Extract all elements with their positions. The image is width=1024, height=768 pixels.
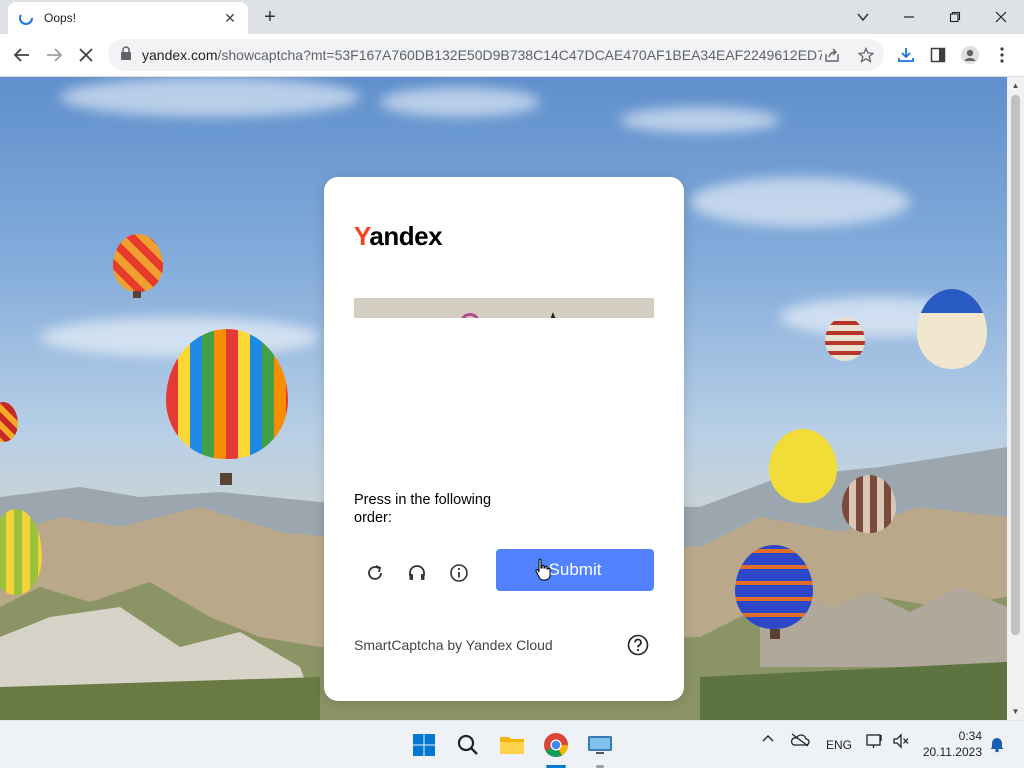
hot-air-balloon (113, 234, 163, 292)
language-indicator[interactable]: ENG (826, 738, 852, 752)
hot-air-balloon (842, 475, 896, 533)
browser-titlebar: Oops! ✕ + (0, 0, 1024, 34)
menu-kebab-icon[interactable] (987, 40, 1017, 70)
captcha-symbol (550, 312, 556, 318)
balloon-basket (770, 629, 780, 639)
balloon-basket (220, 473, 232, 485)
lock-icon[interactable] (120, 45, 132, 65)
hot-air-balloon (166, 329, 288, 459)
url-text[interactable]: yandex.com/showcaptcha?mt=53F167A760DB13… (142, 47, 822, 63)
cloud (60, 77, 360, 117)
info-icon[interactable] (444, 558, 474, 588)
cloud (380, 87, 540, 117)
stop-loading-icon[interactable] (71, 40, 101, 70)
balloon-basket (133, 291, 141, 298)
tab-search-icon[interactable] (840, 0, 886, 34)
tab-close-icon[interactable]: ✕ (222, 10, 238, 26)
notification-bell-icon[interactable] (989, 735, 1005, 756)
share-icon[interactable] (822, 45, 842, 65)
hot-air-balloon (825, 317, 865, 361)
forward-arrow-icon[interactable] (39, 40, 69, 70)
hand-cursor-icon (535, 558, 551, 581)
smartcaptcha-credit: SmartCaptcha by Yandex Cloud (354, 637, 553, 653)
submit-button[interactable]: Submit (496, 549, 654, 591)
hot-air-balloon (917, 289, 987, 369)
captcha-image[interactable] (354, 298, 654, 318)
tab-title: Oops! (44, 11, 77, 25)
refresh-icon[interactable] (360, 558, 390, 588)
address-bar[interactable]: yandex.com/showcaptcha?mt=53F167A760DB13… (108, 39, 884, 71)
restore-icon[interactable] (932, 0, 978, 34)
scroll-up-icon[interactable]: ▲ (1011, 81, 1020, 90)
scroll-down-icon[interactable]: ▼ (1011, 707, 1020, 716)
remote-desktop-icon[interactable] (584, 729, 616, 761)
minimize-icon[interactable] (886, 0, 932, 34)
cloud (40, 317, 320, 357)
download-icon[interactable] (891, 40, 921, 70)
back-arrow-icon[interactable] (7, 40, 37, 70)
new-tab-button[interactable]: + (258, 5, 282, 29)
yandex-logo: Yandex (354, 221, 443, 251)
onedrive-offline-icon[interactable] (790, 733, 810, 750)
file-explorer-icon[interactable] (496, 729, 528, 761)
scrollbar-thumb[interactable] (1011, 95, 1020, 635)
audio-headphones-icon[interactable] (402, 558, 432, 588)
bookmark-star-icon[interactable] (856, 45, 876, 65)
chrome-icon[interactable] (540, 729, 572, 761)
volume-muted-icon[interactable] (892, 733, 910, 752)
show-hidden-icons-chevron-icon[interactable] (762, 733, 774, 748)
hot-air-balloon (769, 429, 837, 503)
cloud (620, 107, 780, 133)
cloud (690, 177, 910, 227)
loading-favicon-icon (18, 10, 34, 26)
hot-air-balloon (735, 545, 813, 629)
clock-date: 20.11.2023 (922, 745, 982, 759)
side-panel-icon[interactable] (923, 40, 953, 70)
captcha-card: Yandex Press in the following order: Sub… (324, 177, 684, 701)
close-window-icon[interactable] (978, 0, 1024, 34)
windows-taskbar: ENG 0:34 20.11.2023 (0, 720, 1024, 768)
profile-avatar-icon[interactable] (955, 40, 985, 70)
search-icon[interactable] (452, 729, 484, 761)
browser-tab[interactable]: Oops! ✕ (8, 2, 248, 34)
windows-start-icon[interactable] (408, 729, 440, 761)
captcha-symbol (460, 313, 480, 318)
captcha-instruction: Press in the following order: (354, 492, 492, 526)
system-clock[interactable]: 0:34 20.11.2023 (920, 728, 982, 760)
network-display-icon[interactable] (866, 733, 884, 752)
browser-toolbar: yandex.com/showcaptcha?mt=53F167A760DB13… (0, 34, 1024, 77)
page-scrollbar[interactable]: ▲ ▼ (1007, 77, 1024, 720)
help-icon[interactable] (627, 634, 649, 656)
clock-time: 0:34 (958, 729, 982, 743)
